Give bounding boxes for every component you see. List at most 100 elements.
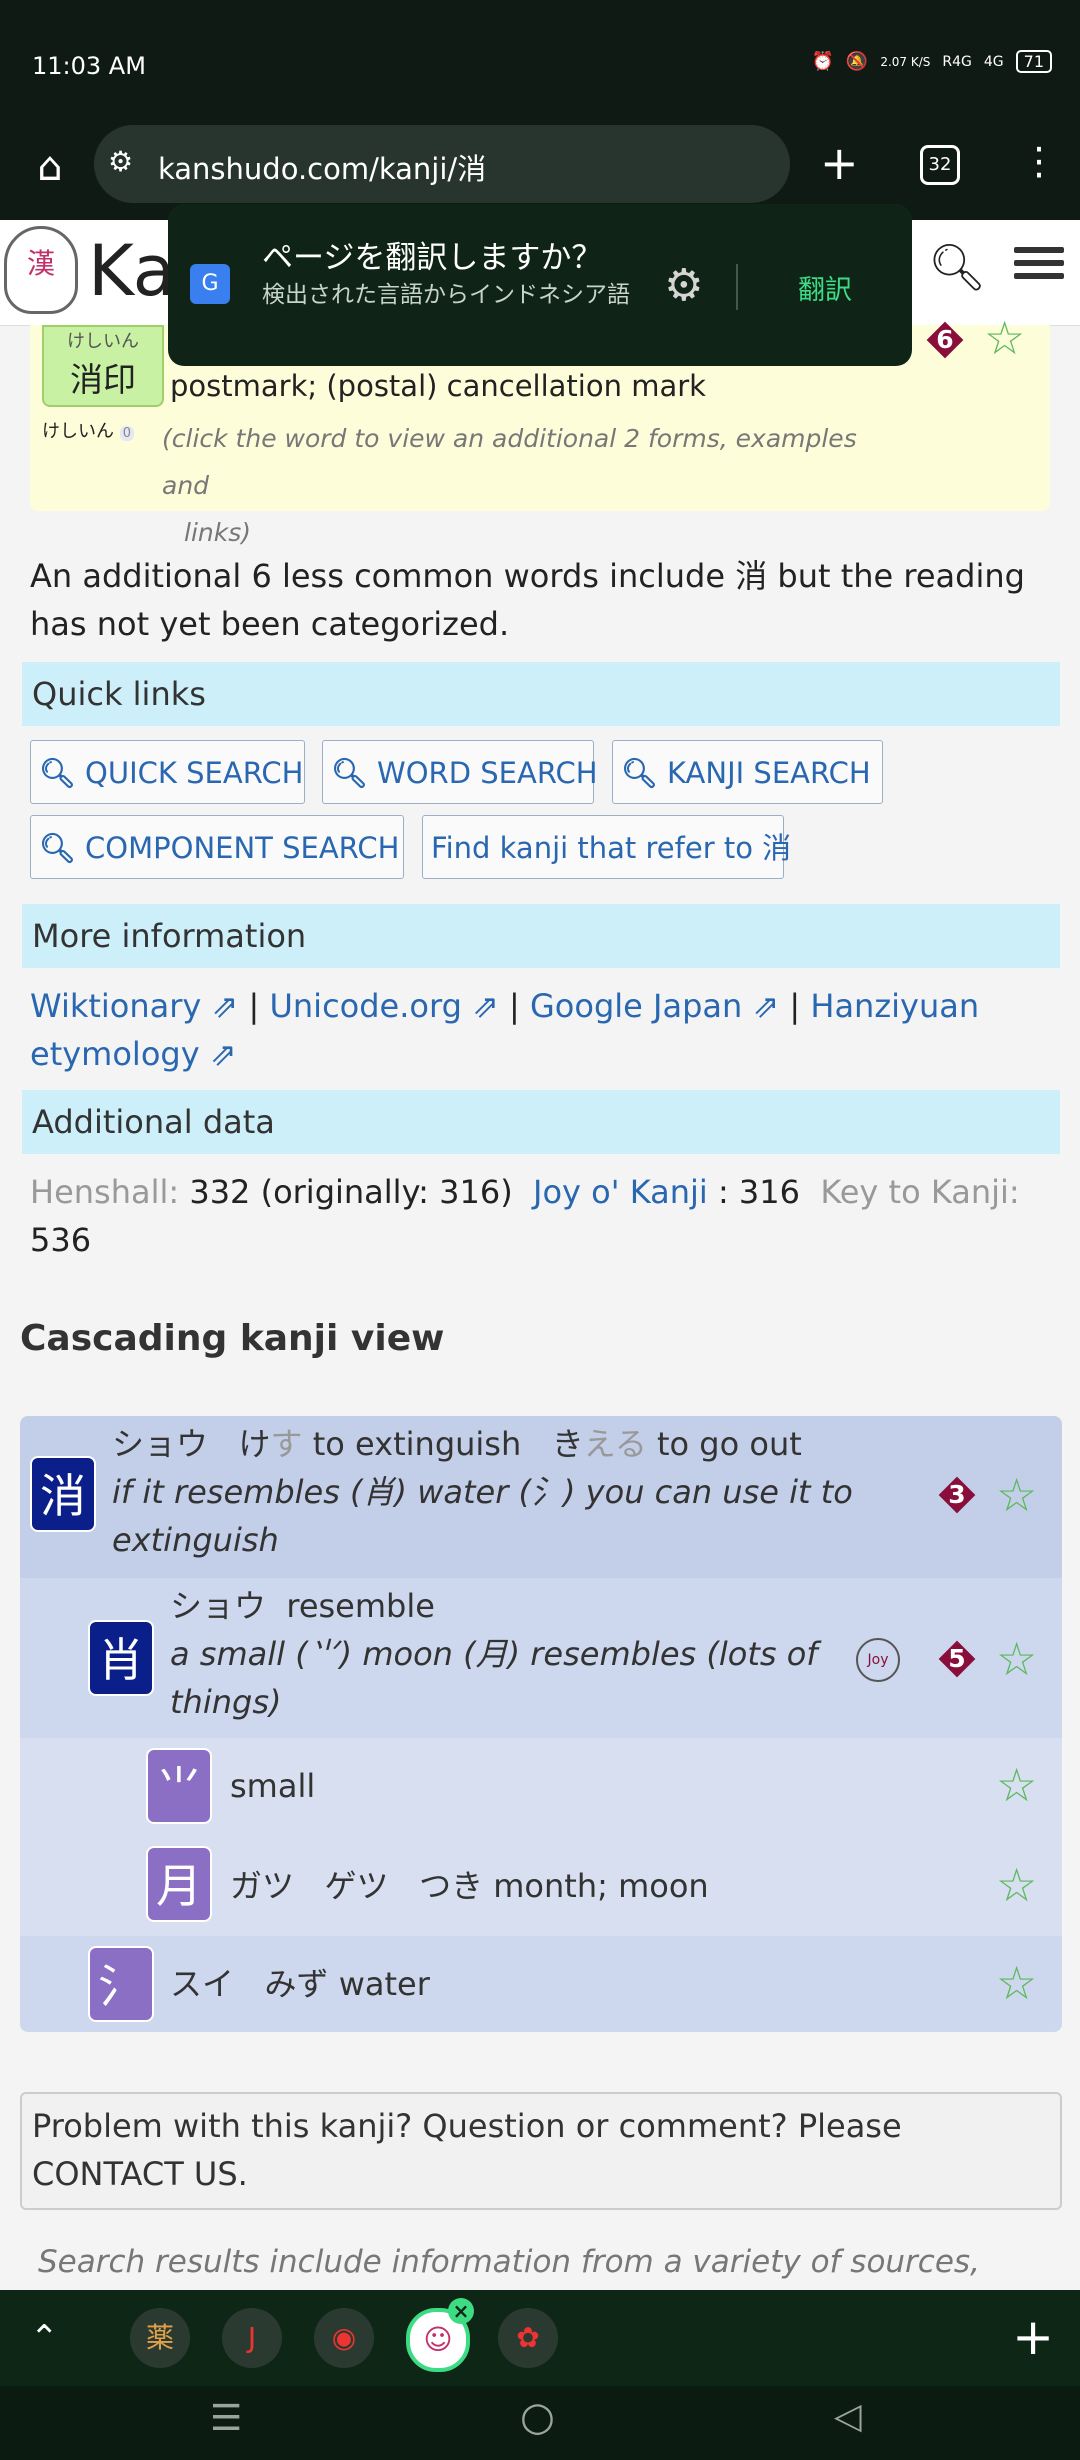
more-info-links: Wiktionary ⇗ | Unicode.org ⇗ | Google Ja… [30,982,1050,1078]
key-value: 536 [30,1221,92,1259]
chevron-up-icon[interactable]: ⌃ [30,2318,59,2358]
tab-icon-1[interactable]: 薬 [130,2308,190,2368]
separator: | [248,987,260,1025]
home-circle-icon[interactable]: ○ [520,2394,555,2440]
separator: | [789,987,801,1025]
kanji-search-button[interactable]: 🔍︎ KANJI SEARCH [612,740,883,804]
gloss: water [338,1965,430,2003]
signal-4g: 4G [983,53,1004,70]
address-bar[interactable]: ⚙ kanshudo.com/kanji/消 [94,125,790,203]
kanji-box[interactable]: 消 [30,1456,96,1532]
favorite-star-icon[interactable]: ☆ [984,315,1025,361]
on-reading: スイ [170,1965,235,2003]
tab-icon-5[interactable]: ✿ [498,2308,558,2368]
translate-button[interactable]: 翻訳 [798,268,852,307]
search-icon[interactable]: 🔍︎ [928,240,986,295]
hamburger-menu-icon[interactable] [1014,240,1064,286]
signal-r4g: R4G [942,53,972,70]
battery-icon: 71 [1015,50,1052,73]
cascade-text: ショウ けす to extinguish きえる to go out if it… [112,1420,932,1564]
rank-number: 6 [936,325,954,354]
browser-menu-icon[interactable]: ⋮ [1020,139,1058,183]
brand-name[interactable]: Ka [88,230,176,312]
kun-reading: みず [264,1965,329,2003]
favorite-star-icon[interactable]: ☆ [996,1636,1037,1682]
problem-contact-box[interactable]: Problem with this kanji? Question or com… [20,2092,1062,2210]
close-tab-icon[interactable]: × [448,2298,474,2324]
cascade-row-1[interactable]: 消 ショウ けす to extinguish きえる to go out if … [20,1416,1062,1578]
quick-links-header: Quick links [22,662,1060,726]
separator: | [509,987,520,1025]
site-settings-icon[interactable]: ⚙ [108,145,133,178]
quick-search-button[interactable]: 🔍︎ QUICK SEARCH [30,740,305,804]
url-text[interactable]: kanshudo.com/kanji/消 [158,146,486,188]
component-search-button[interactable]: 🔍︎ COMPONENT SEARCH [30,815,404,879]
gloss: small [230,1767,316,1805]
cascade-row-3[interactable]: ⺌ small ☆ [20,1738,1062,1836]
search-icon: 🔍︎ [621,756,658,790]
cascade-row-4[interactable]: 月 ガツ ゲツ つき month; moon ☆ [20,1836,1062,1936]
add-tab-icon[interactable]: + [1012,2308,1054,2366]
mini-reading-text: けしいん [42,421,114,442]
home-icon[interactable]: ⌂ [26,143,74,191]
new-tab-icon[interactable]: + [820,135,859,191]
kun-okurigana: す [270,1425,303,1463]
favorite-star-icon[interactable]: ☆ [996,1472,1037,1518]
divider [736,264,738,310]
search-icon: 🔍︎ [331,756,368,790]
cascade-view: 消 ショウ けす to extinguish きえる to go out if … [20,1416,1062,2032]
status-bar: 11:03 AM ⏰ 🔕 2.07 K/S R4G 4G 71 [0,0,1080,125]
rank-number: 5 [948,1644,966,1673]
status-icons: ⏰ 🔕 2.07 K/S R4G 4G 71 [811,50,1052,73]
footnote: Search results include information from … [38,2244,980,2280]
mini-reading: けしいん 0 [42,417,135,443]
tab-icon-2[interactable]: J [222,2308,282,2368]
joyo-link[interactable]: Joy o' Kanji [533,1173,708,1211]
additional-data-header: Additional data [22,1090,1060,1154]
henshall-label: Henshall: [30,1173,180,1211]
favorite-star-icon[interactable]: ☆ [996,1960,1037,2006]
kanji-box[interactable]: 肖 [88,1620,154,1696]
kanji-search-label: KANJI SEARCH [667,756,871,790]
word-search-button[interactable]: 🔍︎ WORD SEARCH [322,740,598,804]
quick-search-label: QUICK SEARCH [85,756,304,790]
favorite-star-icon[interactable]: ☆ [996,1862,1037,1908]
favorite-star-icon[interactable]: ☆ [996,1762,1037,1808]
translate-subtitle: 検出された言語からインドネシア語 [262,282,630,308]
tab-icon-3[interactable]: ◉ [314,2308,374,2368]
kanji-box[interactable]: 月 [146,1846,212,1922]
cascade-row-5[interactable]: 氵 スイ みず water ☆ [20,1936,1062,2032]
back-icon[interactable]: ◁ [834,2396,862,2437]
tab-count-button[interactable]: 32 [920,145,960,185]
rank-number: 3 [948,1480,966,1509]
on-reading-2: ゲツ [324,1867,389,1905]
word-kanji[interactable]: 消印 [44,353,162,401]
unicode-link[interactable]: Unicode.org ⇗ [269,987,498,1025]
word-chip[interactable]: けしいん 消印 [42,325,164,407]
mini-badge: 0 [119,426,135,441]
recents-icon[interactable]: ☰ [210,2398,242,2439]
kun-gloss-2: to go out [657,1425,802,1463]
more-info-header: More information [22,904,1060,968]
joyo-icon[interactable]: Joy [856,1638,900,1682]
kanji-box[interactable]: 氵 [88,1946,154,2022]
kanji-box[interactable]: ⺌ [146,1748,212,1824]
google-japan-link[interactable]: Google Japan ⇗ [530,987,779,1025]
rank-badge: 6 [926,321,964,359]
search-icon: 🔍︎ [39,756,76,790]
cascade-row-2[interactable]: 肖 ショウ resemble a small (⺌) moon (月) rese… [20,1578,1062,1738]
wiktionary-link[interactable]: Wiktionary ⇗ [30,987,238,1025]
rank-badge: 5 [938,1640,976,1678]
status-time: 11:03 AM [32,52,146,80]
additional-words-text: An additional 6 less common words includ… [30,557,1025,643]
cascade-text: ショウ resemble a small (⺌) moon (月) resemb… [170,1582,830,1726]
mute-icon: 🔕 [845,51,869,72]
gear-icon[interactable]: ⚙ [664,260,703,311]
mnemonic: if it resembles (肖) water (氵) you can us… [112,1473,853,1559]
alarm-icon: ⏰ [811,51,834,72]
refer-kanji-button[interactable]: Find kanji that refer to 消 [422,815,791,879]
on-reading: ショウ [170,1587,267,1625]
kun-gloss: to extinguish [312,1425,522,1463]
kanshudo-logo[interactable]: 漢 [4,226,78,314]
cascade-text: スイ みず water [170,1960,430,2008]
